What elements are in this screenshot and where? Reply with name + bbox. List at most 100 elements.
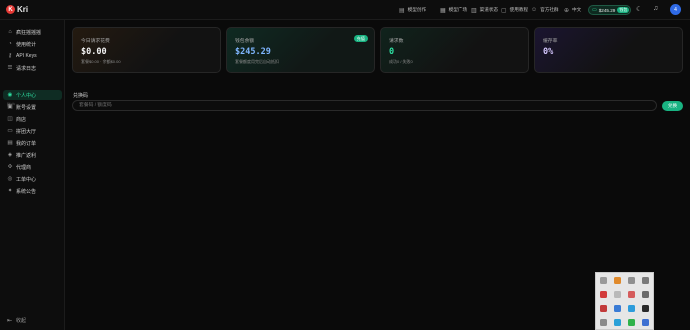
card-label: 钱包余额	[235, 39, 255, 44]
sidebar-item-label: 代理商	[16, 164, 32, 171]
sidebar-item-label: 账号设置	[16, 104, 37, 111]
sidebar-item-shop[interactable]: ◫ 商店	[3, 114, 62, 124]
agent-icon: ✣	[7, 164, 13, 170]
home-icon: ⌂	[8, 29, 12, 35]
sidebar-item-label: 我的订单	[16, 140, 37, 147]
sidebar-item-orders[interactable]: ▤ 我的订单	[3, 138, 62, 148]
shield-icon[interactable]	[600, 291, 607, 298]
card-today-cost: 今日请求花费 $0.00 套餐$0.00 · 余额$0.00	[72, 27, 221, 73]
sidebar-item-agent[interactable]: ✣ 代理商	[3, 162, 62, 172]
app-red-icon[interactable]	[628, 291, 635, 298]
sidebar-item-group-buy[interactable]: ▭ 拼团大厅	[3, 126, 62, 136]
nav-label: 中文	[572, 7, 582, 12]
sidebar-item-referral[interactable]: ◈ 推广返利	[3, 150, 62, 160]
card-wallet-balance: 钱包余额 充值 $245.29 套餐额度用完后自动抵扣	[226, 27, 375, 73]
cloud-icon[interactable]	[628, 277, 635, 284]
settings-icon: ▣	[7, 104, 13, 110]
sidebar-item-account-settings[interactable]: ▣ 账号设置	[3, 102, 62, 112]
nav-community[interactable]: ☺ 官方社群	[531, 0, 559, 20]
collapse-label: 收起	[16, 318, 27, 324]
nav-label: 渠道状态	[479, 7, 499, 12]
nav-tutorial[interactable]: ▢ 使用教程	[501, 0, 528, 20]
nav-channel-status[interactable]: ▥ 渠道状态	[471, 0, 498, 20]
app-blue-icon[interactable]	[614, 305, 621, 312]
header-balance-amount: $245.29	[598, 7, 616, 13]
card-cache-rate: 缓存率 0%	[534, 27, 683, 73]
doc-icon: ▤	[399, 7, 405, 14]
brand-logo[interactable]: K Kri	[6, 5, 28, 14]
top-bar: K Kri ▤ 模型创作 ▦ 模型广场 ▥ 渠道状态 ▢ 使用教程 ☺ 官方社群…	[0, 0, 690, 20]
system-tray-popup	[595, 272, 654, 330]
sidebar-item-label: 推广返利	[16, 152, 37, 159]
nav-label: 官方社群	[540, 7, 559, 12]
display-icon[interactable]	[642, 291, 649, 298]
app-cyan-icon[interactable]	[614, 319, 621, 326]
sidebar-item-usage-stats[interactable]: ◔ 使用统计	[3, 39, 62, 49]
card-label: 请求数	[389, 39, 404, 44]
theme-toggle-icon[interactable]: ☾	[636, 5, 642, 13]
ticket-icon: ◎	[7, 176, 13, 182]
log-icon: ☰	[7, 65, 13, 71]
record-icon[interactable]	[600, 305, 607, 312]
card-value: 0	[389, 47, 395, 57]
key-icon: ⚷	[7, 53, 13, 59]
wechat-icon[interactable]	[628, 319, 635, 326]
recharge-button[interactable]: 充值	[353, 35, 368, 42]
sidebar-item-label: 个人中心	[16, 92, 37, 99]
sidebar-item-label: 商店	[16, 116, 27, 123]
grid-icon: ▦	[440, 7, 446, 14]
volume-icon[interactable]	[600, 277, 607, 284]
collapse-arrow-icon: ⇤	[7, 318, 13, 324]
sidebar-item-dashboard[interactable]: ⌂ 疯狂摇摇摇	[3, 27, 62, 37]
nav-label: 模型广场	[448, 7, 468, 12]
sidebar-item-api-keys[interactable]: ⚷ API Keys	[3, 51, 62, 61]
community-icon: ☺	[531, 7, 538, 13]
sidebar-item-label: 系统公告	[16, 188, 37, 195]
promo-icon: ◈	[7, 152, 13, 158]
notification-bell-icon[interactable]: ♫	[653, 5, 658, 12]
nav-language[interactable]: ⊕ 中文	[564, 0, 581, 20]
header-balance-chip[interactable]: ▭ $245.29 钱包	[588, 5, 631, 15]
app-tray-icon[interactable]	[614, 277, 621, 284]
notice-icon: ✦	[7, 188, 13, 194]
wallet-icon: ▭	[592, 7, 597, 13]
brand-logo-icon: K	[6, 5, 15, 14]
sidebar-item-label: API Keys	[16, 53, 37, 59]
monitor-icon[interactable]	[614, 291, 621, 298]
globe-icon: ⊕	[564, 7, 570, 14]
sidebar-item-label: 使用统计	[16, 41, 37, 48]
card-sub: 套餐$0.00 · 余额$0.00	[81, 59, 121, 64]
sidebar-item-announcements[interactable]: ✦ 系统公告	[3, 186, 62, 196]
cloud-sync-icon[interactable]	[642, 277, 649, 284]
redeem-label: 兑换码	[73, 93, 89, 99]
avatar[interactable]: 4	[670, 4, 681, 15]
network-icon[interactable]	[628, 305, 635, 312]
card-sub: 成功0 / 失败0	[389, 59, 413, 64]
nav-model-square[interactable]: ▦ 模型广场	[440, 0, 467, 20]
card-label: 缓存率	[543, 39, 558, 44]
card-value: $245.29	[235, 47, 271, 57]
sidebar-collapse-button[interactable]: ⇤ 收起	[7, 317, 26, 324]
nav-model-create[interactable]: ▤ 模型创作	[399, 0, 426, 20]
sidebar-item-tickets[interactable]: ◎ 工单中心	[3, 174, 62, 184]
header-balance-tag: 钱包	[617, 7, 630, 13]
user-icon: ◉	[7, 92, 13, 98]
sidebar-item-label: 工单中心	[16, 176, 37, 183]
card-value: $0.00	[81, 47, 107, 57]
redeem-code-input[interactable]	[72, 100, 657, 111]
sidebar-item-label: 拼团大厅	[16, 128, 37, 135]
sidebar-item-profile[interactable]: ◉ 个人中心	[3, 90, 62, 100]
redeem-button[interactable]: 兑换	[662, 101, 683, 111]
sidebar-item-request-log[interactable]: ☰ 请求日志	[3, 63, 62, 73]
sidebar-item-label: 疯狂摇摇摇	[16, 29, 42, 36]
order-icon: ▤	[7, 140, 13, 146]
printer-icon[interactable]	[600, 319, 607, 326]
sidebar: ⌂ 疯狂摇摇摇 ◔ 使用统计 ⚷ API Keys ☰ 请求日志 账户 ◉ 个人…	[0, 20, 65, 330]
nav-label: 使用教程	[509, 7, 529, 12]
chart-icon: ▥	[471, 7, 477, 14]
card-value: 0%	[543, 47, 554, 57]
card-label: 今日请求花费	[81, 39, 110, 44]
bluetooth-icon[interactable]	[642, 319, 649, 326]
card-request-count: 请求数 0 成功0 / 失败0	[380, 27, 529, 73]
app-dark-icon[interactable]	[642, 305, 649, 312]
